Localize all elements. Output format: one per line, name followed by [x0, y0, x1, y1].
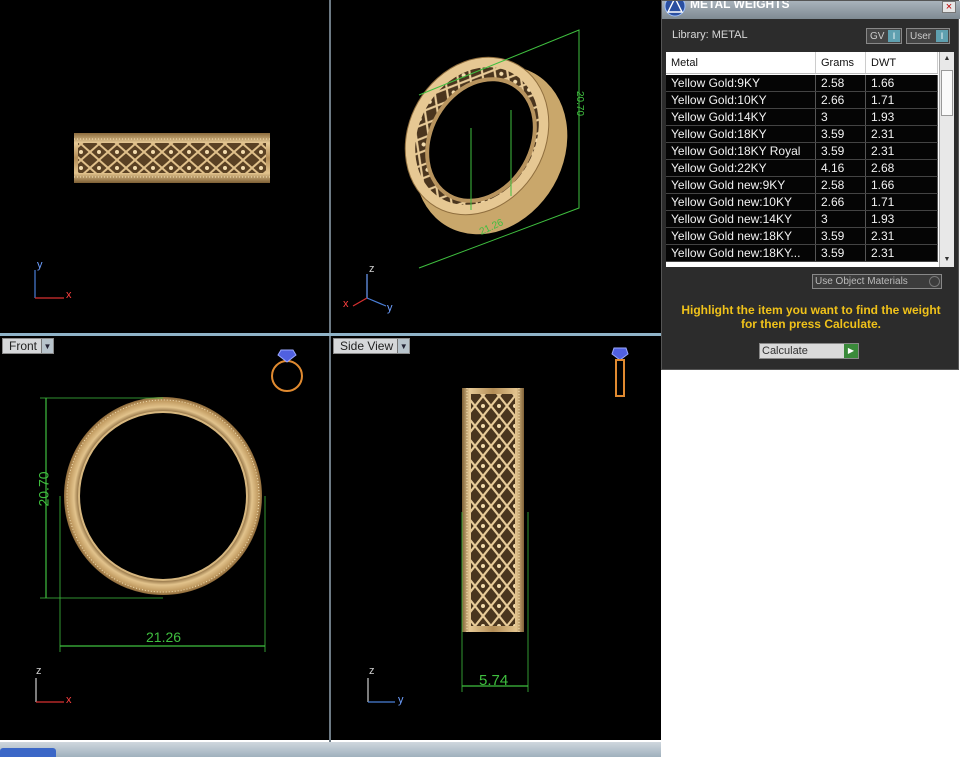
grams-cell: 3 — [816, 109, 866, 125]
dwt-cell: 2.31 — [866, 143, 938, 159]
grams-cell: 2.66 — [816, 92, 866, 108]
viewport-side[interactable]: Side View ▼ 5.74 z y — [331, 336, 661, 740]
table-row[interactable]: Yellow Gold:22KY 4.16 2.68 — [666, 160, 938, 177]
axis-label-x: x — [343, 298, 349, 310]
table-row[interactable]: Yellow Gold:14KY 3 1.93 — [666, 109, 938, 126]
grams-cell: 2.58 — [816, 75, 866, 91]
grams-cell: 2.58 — [816, 177, 866, 193]
metal-name-cell: Yellow Gold:18KY Royal — [666, 143, 816, 159]
viewport-perspective[interactable]: 20.70 21.26 z x y — [331, 0, 661, 333]
metal-name-cell: Yellow Gold:14KY — [666, 109, 816, 125]
toggle-circle-icon — [929, 276, 940, 287]
grams-cell: 2.66 — [816, 194, 866, 210]
axis-label-y: y — [398, 694, 404, 706]
taskbar — [0, 742, 661, 757]
instruction-text: Highlight the item you want to find the … — [681, 303, 941, 331]
metal-name-cell: Yellow Gold:10KY — [666, 92, 816, 108]
dwt-cell: 2.31 — [866, 228, 938, 244]
app-window: y x 20.70 21.26 z x y Front ▼ 20.70 21.2… — [0, 0, 962, 757]
table-row[interactable]: Yellow Gold new:10KY 2.66 1.71 — [666, 194, 938, 211]
scroll-down-icon[interactable]: ▼ — [940, 253, 954, 267]
column-header-grams[interactable]: Grams — [816, 52, 866, 73]
scroll-thumb[interactable] — [941, 70, 953, 116]
axis-label-y: y — [387, 302, 393, 314]
dwt-cell: 1.71 — [866, 92, 938, 108]
gv-indicator: I — [888, 30, 900, 42]
start-button[interactable] — [0, 748, 56, 757]
grams-cell: 3.59 — [816, 228, 866, 244]
dwt-cell: 1.93 — [866, 211, 938, 227]
table-row[interactable]: Yellow Gold:9KY 2.58 1.66 — [666, 75, 938, 92]
front-height-dimension: 20.70 — [35, 471, 52, 507]
perspective-height-dimension: 20.70 — [574, 90, 586, 117]
close-button[interactable]: × — [942, 1, 956, 13]
side-width-dimension: 5.74 — [479, 672, 509, 689]
app-logo-icon — [664, 1, 686, 17]
table-row[interactable]: Yellow Gold:10KY 2.66 1.71 — [666, 92, 938, 109]
metal-name-cell: Yellow Gold new:10KY — [666, 194, 816, 210]
front-width-dimension: 21.26 — [146, 629, 182, 645]
metal-name-cell: Yellow Gold new:18KY — [666, 228, 816, 244]
dwt-cell: 2.68 — [866, 160, 938, 176]
viewport-splitter-horizontal[interactable] — [0, 333, 661, 336]
axis-label-z: z — [369, 263, 375, 275]
metal-table[interactable]: Metal Grams DWT Yellow Gold:9KY 2.58 1.66 Y… — [666, 52, 954, 267]
scroll-up-icon[interactable]: ▲ — [940, 52, 954, 66]
table-row[interactable]: Yellow Gold:18KY Royal 3.59 2.31 — [666, 143, 938, 160]
table-scrollbar[interactable]: ▲ ▼ — [939, 52, 954, 267]
metal-name-cell: Yellow Gold new:9KY — [666, 177, 816, 193]
axis-label-x: x — [66, 289, 72, 301]
ring-front-render — [35, 349, 303, 703]
table-row[interactable]: Yellow Gold:18KY 3.59 2.31 — [666, 126, 938, 143]
table-row[interactable]: Yellow Gold new:18KY 3.59 2.31 — [666, 228, 938, 245]
dwt-cell: 1.66 — [866, 75, 938, 91]
use-object-materials-toggle[interactable]: Use Object Materials — [812, 274, 942, 289]
gv-label: GV — [870, 30, 885, 42]
grams-cell: 3.59 — [816, 245, 866, 261]
metal-weights-panel: METAL WEIGHTS × Library: METAL GV I User… — [661, 0, 960, 370]
ring-top-render — [34, 133, 270, 299]
library-label: Library: METAL — [672, 29, 748, 41]
grams-cell: 3 — [816, 211, 866, 227]
grams-cell: 3.59 — [816, 126, 866, 142]
metal-name-cell: Yellow Gold new:14KY — [666, 211, 816, 227]
column-header-metal[interactable]: Metal — [666, 52, 816, 73]
dwt-cell: 1.66 — [866, 177, 938, 193]
viewport-top[interactable]: y x — [0, 0, 329, 333]
table-row[interactable]: Yellow Gold new:9KY 2.58 1.66 — [666, 177, 938, 194]
dwt-cell: 2.31 — [866, 245, 938, 261]
metal-name-cell: Yellow Gold:9KY — [666, 75, 816, 91]
column-header-dwt[interactable]: DWT — [866, 52, 938, 73]
panel-title: METAL WEIGHTS — [690, 1, 790, 11]
panel-title-bar[interactable]: METAL WEIGHTS — [662, 1, 960, 19]
user-indicator: I — [936, 30, 948, 42]
metal-name-cell: Yellow Gold new:18KY... — [666, 245, 816, 261]
axis-label-z: z — [369, 665, 375, 677]
viewport-splitter-vertical[interactable] — [329, 0, 331, 742]
axis-label-z: z — [36, 665, 42, 677]
ring-perspective-render — [352, 29, 580, 307]
axis-label-x: x — [66, 694, 72, 706]
grams-cell: 4.16 — [816, 160, 866, 176]
play-arrow-icon: ▶ — [844, 344, 858, 358]
table-body: Yellow Gold:9KY 2.58 1.66 Yellow Gold:10KY 2… — [666, 75, 938, 262]
table-row[interactable]: Yellow Gold new:14KY 3 1.93 — [666, 211, 938, 228]
grams-cell: 3.59 — [816, 143, 866, 159]
user-toggle-button[interactable]: User I — [906, 28, 950, 44]
table-header: Metal Grams DWT — [666, 52, 938, 74]
calculate-button[interactable]: Calculate ▶ — [759, 343, 859, 359]
metal-name-cell: Yellow Gold:22KY — [666, 160, 816, 176]
viewport-front[interactable]: Front ▼ 20.70 21.26 z x — [0, 336, 329, 740]
dwt-cell: 2.31 — [866, 126, 938, 142]
axis-label-y: y — [37, 259, 43, 271]
ring-preview-icon — [268, 344, 304, 394]
metal-name-cell: Yellow Gold:18KY — [666, 126, 816, 142]
gv-toggle-button[interactable]: GV I — [866, 28, 902, 44]
calculate-label: Calculate — [762, 345, 808, 357]
dwt-cell: 1.93 — [866, 109, 938, 125]
dwt-cell: 1.71 — [866, 194, 938, 210]
use-object-materials-label: Use Object Materials — [815, 276, 908, 287]
table-row[interactable]: Yellow Gold new:18KY... 3.59 2.31 — [666, 245, 938, 262]
user-label: User — [910, 30, 932, 42]
